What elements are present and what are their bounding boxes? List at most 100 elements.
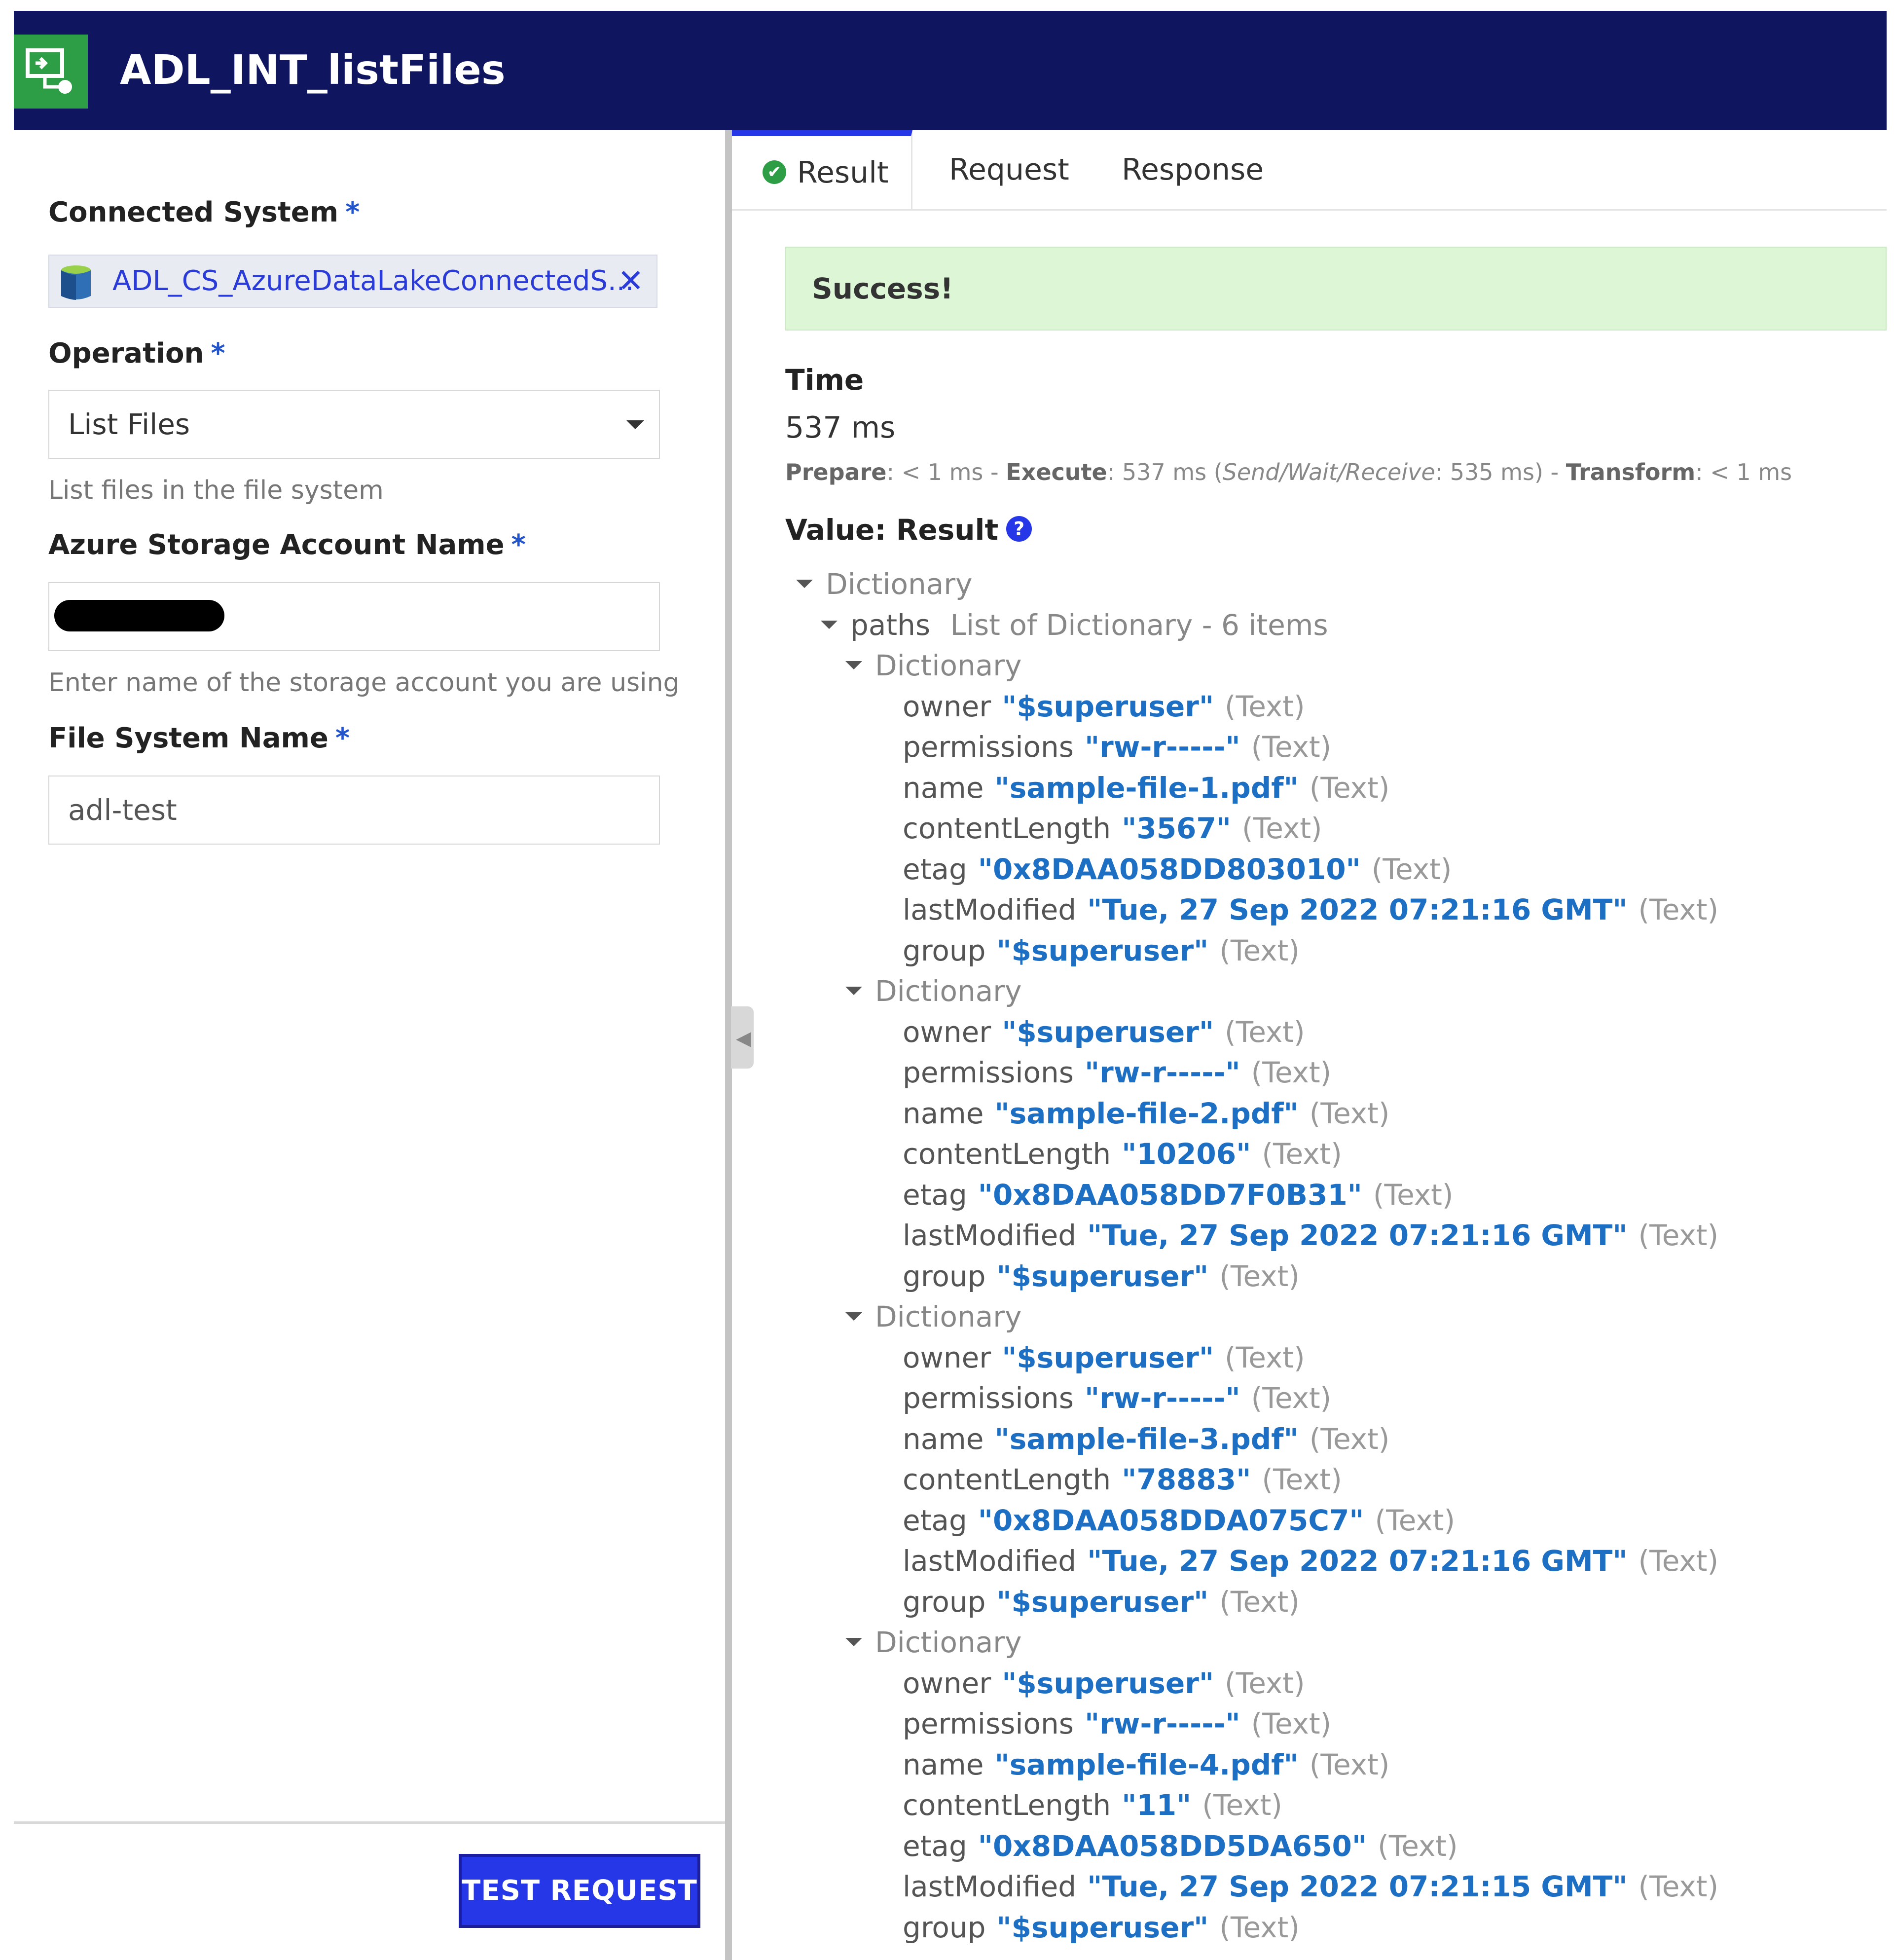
chevron-down-icon[interactable] [845, 987, 862, 996]
field-value: "10206" [1122, 1137, 1251, 1171]
chevron-down-icon[interactable] [821, 620, 838, 629]
tree-field-row: etag "0x8DAA058DDA075C7" (Text) [903, 1500, 1455, 1541]
success-message: Success! [812, 272, 953, 305]
tree-field-row: etag "0x8DAA058DD7F0B31" (Text) [903, 1175, 1453, 1215]
field-type: (Text) [1262, 1463, 1342, 1496]
time-value: 537 ms [785, 410, 896, 445]
chevron-down-icon[interactable] [796, 580, 813, 589]
tree-field-row: owner "$superuser" (Text) [903, 686, 1305, 727]
tree-field-row: group "$superuser" (Text) [903, 1907, 1300, 1948]
field-value: "$superuser" [996, 1585, 1209, 1619]
tree-field-row: name "sample-file-3.pdf" (Text) [903, 1419, 1389, 1459]
remove-icon[interactable]: ✕ [618, 256, 644, 307]
field-value: "rw-r-----" [1084, 1056, 1240, 1089]
field-key: contentLength [903, 1788, 1111, 1822]
field-type: (Text) [1225, 689, 1305, 723]
field-value: "$superuser" [996, 933, 1209, 967]
field-key: lastModified [903, 1219, 1077, 1252]
field-key: name [903, 1096, 984, 1130]
field-type: (Text) [1371, 852, 1452, 886]
tree-node-dictionary[interactable]: Dictionary [796, 564, 972, 604]
tab-result[interactable]: ✔ Result [732, 130, 912, 209]
chevron-down-icon[interactable] [845, 661, 862, 670]
connected-system-chip[interactable]: ADL_CS_AzureDataLakeConnectedS... ✕ [48, 255, 657, 308]
field-type: (Text) [1225, 1666, 1305, 1700]
field-key: permissions [903, 730, 1074, 764]
field-type: (Text) [1242, 812, 1322, 845]
field-value: "$superuser" [996, 1910, 1209, 1944]
test-request-button[interactable]: TEST REQUEST [459, 1854, 700, 1928]
storage-account-input[interactable] [48, 582, 660, 651]
field-type: (Text) [1309, 1422, 1390, 1456]
tree-field-row: permissions "rw-r-----" (Text) [903, 1703, 1331, 1744]
tree-field-row: name "sample-file-4.pdf" (Text) [903, 1744, 1389, 1785]
tab-request[interactable]: Request [949, 130, 1069, 209]
tree-field-row: contentLength "3567" (Text) [903, 808, 1322, 849]
field-value: "0x8DAA058DD5DA650" [978, 1829, 1367, 1863]
tree-field-row: etag "0x8DAA058DD803010" (Text) [903, 849, 1452, 889]
tree-node-item[interactable]: Dictionary [845, 1296, 1021, 1337]
field-value: "sample-file-2.pdf" [994, 1096, 1299, 1130]
field-value: "sample-file-1.pdf" [994, 771, 1299, 805]
field-value: "Tue, 27 Sep 2022 07:21:15 GMT" [1087, 1870, 1628, 1903]
field-key: etag [903, 852, 967, 886]
tree-node-item[interactable]: Dictionary [845, 971, 1021, 1011]
tree-field-row: group "$superuser" (Text) [903, 1256, 1300, 1296]
field-type: List of Dictionary - 6 items [941, 608, 1328, 642]
file-system-label: File System Name * [48, 722, 350, 754]
field-key: owner [903, 689, 991, 723]
integration-icon [14, 35, 88, 109]
field-type: (Text) [1373, 1178, 1454, 1212]
tree-field-row: owner "$superuser" (Text) [903, 1337, 1305, 1378]
field-type: (Text) [1219, 933, 1300, 967]
field-value: "0x8DAA058DDA075C7" [978, 1503, 1364, 1537]
file-system-input[interactable]: adl-test [48, 776, 660, 845]
operation-select-value: List Files [68, 407, 190, 441]
footer-divider [14, 1821, 725, 1824]
tree-field-row: permissions "rw-r-----" (Text) [903, 727, 1331, 767]
required-mark: * [345, 196, 360, 228]
value-label: Value: Result? [785, 513, 1032, 547]
field-type: (Text) [1225, 1015, 1305, 1049]
redacted-value [54, 600, 224, 631]
database-icon [56, 263, 96, 303]
field-value: "0x8DAA058DD803010" [978, 852, 1361, 886]
field-value: "$superuser" [1002, 1666, 1214, 1700]
field-key: owner [903, 1015, 991, 1049]
field-type: (Text) [1638, 1544, 1719, 1578]
timing-breakdown: Prepare: < 1 ms - Execute: 537 ms (Send/… [785, 459, 1792, 485]
chevron-down-icon[interactable] [845, 1312, 862, 1321]
chevron-down-icon[interactable] [845, 1638, 862, 1647]
node-type: Dictionary [875, 649, 1022, 682]
field-type: (Text) [1219, 1910, 1300, 1944]
help-icon[interactable]: ? [1006, 516, 1032, 542]
field-key: contentLength [903, 1463, 1111, 1496]
config-panel: Connected System * ADL_CS_AzureDataLakeCo… [0, 130, 725, 1960]
tree-node-item[interactable]: Dictionary [845, 645, 1021, 686]
field-type: (Text) [1219, 1259, 1300, 1293]
storage-account-help: Enter name of the storage account you ar… [48, 668, 680, 698]
connected-system-link[interactable]: ADL_CS_AzureDataLakeConnectedS... [112, 256, 634, 307]
field-value: "$superuser" [996, 1259, 1209, 1293]
field-value: "rw-r-----" [1084, 730, 1240, 764]
node-type: Dictionary [875, 974, 1022, 1008]
field-type: (Text) [1251, 1056, 1332, 1089]
tree-node-item[interactable]: Dictionary [845, 1622, 1021, 1663]
field-type: (Text) [1251, 1381, 1332, 1415]
file-system-input-value: adl-test [68, 793, 177, 827]
tab-response[interactable]: Response [1122, 130, 1264, 209]
field-key: lastModified [903, 1544, 1077, 1578]
tree-field-row: etag "0x8DAA058DD5DA650" (Text) [903, 1826, 1458, 1866]
check-circle-icon: ✔ [763, 160, 786, 185]
field-value: "rw-r-----" [1084, 1381, 1240, 1415]
tree-node-paths[interactable]: paths List of Dictionary - 6 items [821, 605, 1328, 645]
field-type: (Text) [1378, 1829, 1458, 1863]
operation-select[interactable]: List Files [48, 390, 660, 459]
tree-field-row: permissions "rw-r-----" (Text) [903, 1378, 1331, 1418]
field-type: (Text) [1375, 1503, 1456, 1537]
collapse-handle[interactable]: ◀ [731, 1006, 754, 1069]
field-key: name [903, 1747, 984, 1781]
time-label: Time [785, 363, 864, 397]
tree-field-row: group "$superuser" (Text) [903, 1582, 1300, 1622]
field-key: owner [903, 1340, 991, 1374]
